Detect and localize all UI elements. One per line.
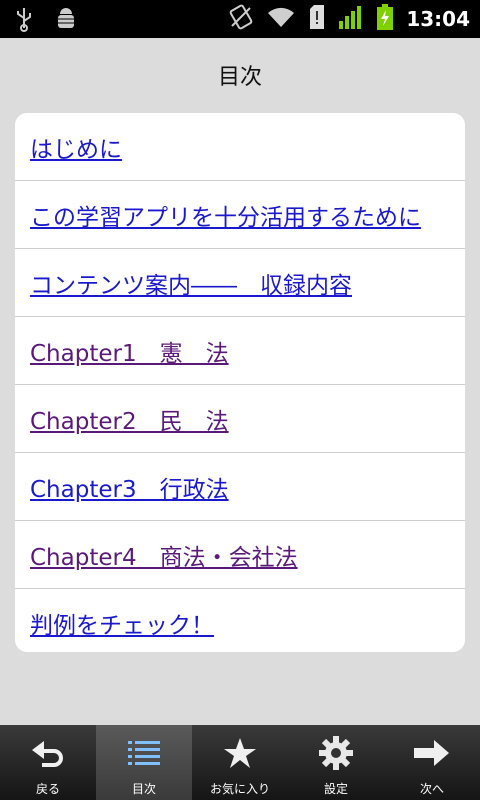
tab-label: 設定 — [323, 782, 348, 796]
wifi-icon — [266, 5, 296, 33]
list-item[interactable]: この学習アプリを十分活用するために — [15, 181, 465, 249]
toc-link-chapter4[interactable]: Chapter4 商法・会社法 — [30, 538, 298, 572]
bottom-tab-bar: 戻る 目次 お気に入り 設定 次へ — [0, 725, 480, 800]
list-item[interactable]: Chapter1 憲 法 — [15, 317, 465, 385]
tab-label: 目次 — [131, 782, 156, 796]
list-item[interactable]: Chapter4 商法・会社法 — [15, 521, 465, 589]
tab-settings[interactable]: 設定 — [288, 725, 384, 800]
toc-link-contents-guide[interactable]: コンテンツ案内―― 収録内容 — [30, 266, 352, 300]
toc-link-intro[interactable]: はじめに — [30, 130, 122, 164]
signal-icon — [338, 5, 364, 33]
tab-favorites[interactable]: お気に入り — [192, 725, 288, 800]
tab-label: お気に入り — [209, 782, 270, 796]
usb-icon — [14, 6, 34, 36]
toc-list: はじめに この学習アプリを十分活用するために コンテンツ案内―― 収録内容 Ch… — [15, 113, 465, 652]
tab-next[interactable]: 次へ — [384, 725, 480, 800]
list-item[interactable]: 判例をチェック！ — [15, 589, 465, 652]
list-icon — [128, 735, 160, 771]
no-sim-vibrate-icon — [228, 4, 254, 34]
tab-toc[interactable]: 目次 — [96, 725, 192, 800]
tab-label: 次へ — [419, 782, 444, 796]
toc-link-chapter3[interactable]: Chapter3 行政法 — [30, 470, 229, 504]
toc-link-chapter2[interactable]: Chapter2 民 法 — [30, 402, 229, 436]
list-item[interactable]: Chapter2 民 法 — [15, 385, 465, 453]
status-bar: 13:04 — [0, 0, 480, 38]
battery-charging-icon — [376, 4, 394, 34]
toc-link-case-law[interactable]: 判例をチェック！ — [30, 606, 214, 640]
back-arrow-icon — [30, 735, 66, 771]
clock: 13:04 — [406, 7, 470, 31]
toc-link-chapter1[interactable]: Chapter1 憲 法 — [30, 334, 229, 368]
list-item[interactable]: コンテンツ案内―― 収録内容 — [15, 249, 465, 317]
gear-icon — [319, 735, 353, 771]
sd-card-icon — [308, 5, 326, 33]
android-debug-icon — [54, 6, 78, 36]
forward-arrow-icon — [414, 735, 450, 771]
tab-back[interactable]: 戻る — [0, 725, 96, 800]
list-item[interactable]: Chapter3 行政法 — [15, 453, 465, 521]
list-item[interactable]: はじめに — [15, 113, 465, 181]
star-icon — [223, 735, 257, 771]
toc-link-how-to-use[interactable]: この学習アプリを十分活用するために — [30, 198, 421, 232]
tab-label: 戻る — [35, 782, 60, 796]
page-title: 目次 — [217, 65, 262, 90]
